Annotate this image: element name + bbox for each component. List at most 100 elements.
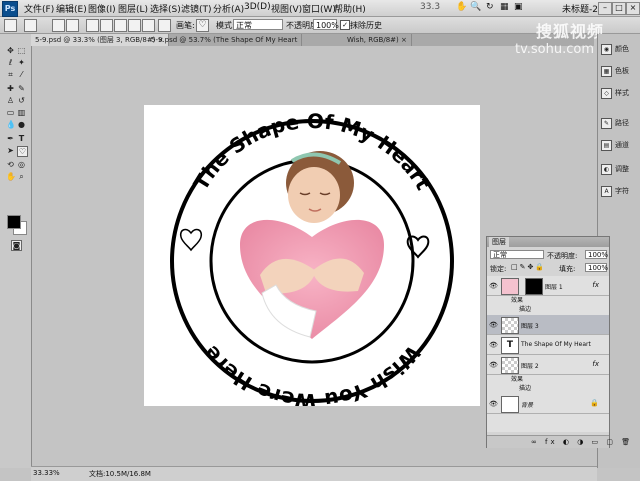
- blend-mode-select[interactable]: 正常: [490, 250, 544, 259]
- stroke-effect-row[interactable]: 描边: [487, 305, 640, 314]
- brush-tool-icon[interactable]: ✎: [17, 84, 26, 93]
- dock-channels[interactable]: ▤ 通道: [601, 134, 638, 156]
- stroke-effect-row[interactable]: 描边: [487, 384, 640, 393]
- fx-badge[interactable]: fx: [592, 360, 599, 368]
- menu-image[interactable]: 图像(I): [88, 2, 116, 15]
- brush-mode-icon[interactable]: [24, 19, 37, 32]
- type-tool-icon[interactable]: T: [17, 134, 26, 143]
- layer-actions-icons[interactable]: ∞ fx ◐ ◑ ▭ ▢ 🗑: [531, 438, 633, 446]
- layer-row[interactable]: 👁 图层 3: [487, 315, 609, 335]
- quick-mask-icon[interactable]: ◙: [11, 240, 22, 251]
- dock-paths[interactable]: ✎ 路径: [601, 112, 638, 134]
- opacity-input[interactable]: 100%: [313, 19, 339, 30]
- heart-shape-icon[interactable]: ♡: [196, 19, 209, 32]
- zoom-readout[interactable]: 33.3: [420, 2, 440, 12]
- layer-row[interactable]: 👁 图层 2 fx: [487, 355, 609, 375]
- mode-icon-1[interactable]: [52, 19, 65, 32]
- close-button[interactable]: ×: [626, 2, 640, 15]
- shape-icon-3[interactable]: [114, 19, 127, 32]
- menu-edit[interactable]: 编辑(E): [56, 2, 87, 15]
- pen-tool-icon[interactable]: ✒: [6, 134, 15, 143]
- blur-tool-icon[interactable]: 💧: [6, 120, 16, 129]
- clone-stamp-icon[interactable]: ♙: [6, 96, 15, 105]
- fill-input[interactable]: 100%: [585, 263, 608, 272]
- lock-icon: 🔒: [590, 399, 599, 407]
- gradient-tool-icon[interactable]: ▥: [17, 108, 26, 117]
- layers-panel-header[interactable]: 图层: [487, 237, 609, 247]
- layer-row[interactable]: 👁 背景 🔒: [487, 394, 609, 414]
- fill-label: 填充:: [559, 265, 576, 273]
- status-doc-size: 文档:10.5M/16.8M: [89, 470, 151, 478]
- history-brush-icon[interactable]: ↺: [17, 96, 26, 105]
- path-selection-icon[interactable]: ➤: [6, 146, 15, 155]
- move-tool-icon[interactable]: ✥: [6, 46, 15, 55]
- visibility-eye-icon[interactable]: 👁: [489, 282, 498, 290]
- layers-panel: 图层 正常 不透明度: 100% 锁定: □✎✥🔒 填充: 100% 👁 图层 …: [486, 236, 630, 448]
- workspace-switcher[interactable]: 未标题-2: [562, 2, 598, 15]
- zoom-tool-icon[interactable]: 🔍: [470, 2, 481, 12]
- 3d-orbit-icon[interactable]: ◎: [17, 160, 26, 169]
- menu-select[interactable]: 选择(S): [150, 2, 181, 15]
- foreground-color-swatch[interactable]: [7, 215, 21, 229]
- minimize-button[interactable]: –: [598, 2, 612, 15]
- visibility-eye-icon[interactable]: 👁: [489, 361, 498, 369]
- screen-mode-icon[interactable]: ▣: [514, 2, 523, 12]
- maximize-button[interactable]: □: [612, 2, 626, 15]
- tab-document-2[interactable]: 5-9.psd @ 53.7% (The Shape Of My Heart: [147, 34, 303, 46]
- marquee-tool-icon[interactable]: ⬚: [17, 46, 26, 55]
- menu-filter[interactable]: 滤镜(T): [181, 2, 212, 15]
- erase-history-checkbox[interactable]: ✓: [340, 20, 350, 30]
- menu-layer[interactable]: 图层(L): [118, 2, 148, 15]
- layer-opacity-input[interactable]: 100%: [585, 250, 608, 259]
- fx-badge[interactable]: fx: [592, 281, 599, 289]
- tool-preset-icon[interactable]: [4, 19, 17, 32]
- line-icon[interactable]: [142, 19, 155, 32]
- menu-help[interactable]: 帮助(H): [334, 2, 366, 15]
- menu-file[interactable]: 文件(F): [24, 2, 54, 15]
- menu-3d[interactable]: 3D(D): [244, 2, 271, 12]
- menu-analysis[interactable]: 分析(A): [213, 2, 244, 15]
- mode-select[interactable]: 正常: [233, 19, 283, 30]
- menu-window[interactable]: 窗口(W): [302, 2, 336, 15]
- lasso-tool-icon[interactable]: ℓ: [6, 58, 15, 67]
- layer-row[interactable]: 👁 T The Shape Of My Heart: [487, 335, 609, 355]
- dock-adjustments[interactable]: ◐ 调整: [601, 158, 638, 180]
- dock-character[interactable]: A 字符: [601, 180, 638, 202]
- custom-shape-icon[interactable]: [158, 19, 171, 32]
- lock-label: 锁定:: [490, 265, 507, 273]
- custom-shape-tool-icon[interactable]: ♡: [17, 146, 28, 157]
- healing-brush-icon[interactable]: ✚: [6, 84, 15, 93]
- visibility-eye-icon[interactable]: 👁: [489, 321, 498, 329]
- lock-icons[interactable]: □✎✥🔒: [511, 263, 546, 271]
- hand-tool-icon[interactable]: ✋: [456, 2, 467, 12]
- effects-row[interactable]: 效果: [487, 375, 633, 384]
- status-zoom[interactable]: 33.33%: [33, 469, 60, 477]
- dodge-tool-icon[interactable]: ●: [17, 120, 26, 129]
- mode-icon-2[interactable]: [66, 19, 79, 32]
- tab-document-3[interactable]: Wish, RGB/8#) ×: [343, 34, 412, 46]
- crop-tool-icon[interactable]: ⌗: [6, 70, 15, 79]
- color-icon: ◉: [601, 43, 612, 55]
- magic-wand-icon[interactable]: ✦: [17, 58, 26, 67]
- shape-icon-2[interactable]: [100, 19, 113, 32]
- tab-layers[interactable]: 图层: [489, 237, 509, 247]
- dock-swatches[interactable]: ▦ 色板: [601, 60, 638, 82]
- hand-icon[interactable]: ✋: [6, 172, 16, 181]
- document-canvas[interactable]: The Shape Of My Heart Wish You Were Here: [144, 105, 480, 413]
- dock-color[interactable]: ◉ 颜色: [601, 38, 638, 60]
- rotate-view-icon[interactable]: ↻: [486, 2, 494, 12]
- layer-row[interactable]: 👁 图层 1 fx: [487, 276, 609, 296]
- arrange-icon[interactable]: ▦: [500, 2, 509, 12]
- shape-icon-1[interactable]: [86, 19, 99, 32]
- layer-name: 背景: [521, 402, 534, 409]
- visibility-eye-icon[interactable]: 👁: [489, 341, 498, 349]
- zoom-icon[interactable]: ⌕: [17, 172, 26, 181]
- visibility-eye-icon[interactable]: 👁: [489, 400, 498, 408]
- effects-row[interactable]: 效果: [487, 296, 633, 305]
- dock-styles[interactable]: ◇ 样式: [601, 82, 638, 104]
- menu-view[interactable]: 视图(V): [271, 2, 302, 15]
- shape-icon-4[interactable]: [128, 19, 141, 32]
- 3d-rotate-icon[interactable]: ⟲: [6, 160, 15, 169]
- eyedropper-icon[interactable]: ⁄: [17, 70, 26, 79]
- eraser-tool-icon[interactable]: ▭: [6, 108, 15, 117]
